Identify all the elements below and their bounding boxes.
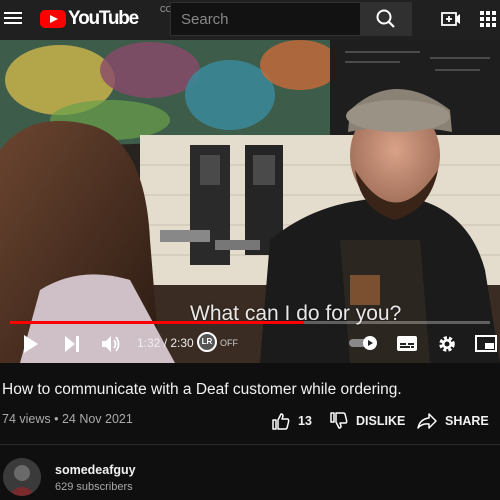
next-icon <box>65 336 79 352</box>
like-count: 13 <box>298 414 312 428</box>
subtitles-button[interactable] <box>396 335 418 357</box>
player-controls: 1:32 / 2:30 LR OFF <box>0 324 500 363</box>
autoplay-toggle-icon <box>349 336 377 350</box>
channel-name[interactable]: somedeafguy <box>55 463 136 477</box>
menu-icon[interactable] <box>4 9 22 27</box>
create-video-button[interactable] <box>441 10 461 28</box>
search-input[interactable] <box>171 3 360 35</box>
search-button[interactable] <box>360 2 412 36</box>
language-reactor-toggle[interactable]: LR <box>197 332 217 352</box>
apps-button[interactable] <box>478 9 498 29</box>
time-display: 1:32 / 2:30 <box>137 336 194 350</box>
channel-avatar[interactable] <box>3 458 41 496</box>
share-label: SHARE <box>445 414 489 428</box>
subscriber-count: 629 subscribers <box>55 481 133 493</box>
thumbs-up-icon <box>272 413 290 430</box>
logo-text: YouTube <box>68 8 139 29</box>
settings-gear-icon <box>439 336 455 352</box>
apps-grid-icon <box>480 11 496 27</box>
youtube-logo-icon <box>40 10 66 28</box>
share-icon <box>417 413 437 429</box>
next-button[interactable] <box>64 335 80 358</box>
search-box <box>170 2 360 36</box>
share-button[interactable]: SHARE <box>417 410 489 432</box>
video-title: How to communicate with a Deaf customer … <box>2 381 402 398</box>
dislike-button[interactable]: DISLIKE <box>330 410 405 432</box>
volume-button[interactable] <box>101 335 121 358</box>
dislike-label: DISLIKE <box>356 414 406 428</box>
subtitles-icon <box>397 336 417 351</box>
youtube-logo[interactable]: YouTube CO <box>40 5 172 30</box>
avatar-image <box>3 458 41 496</box>
video-player[interactable]: What can I do for you? 1:32 / 2:30 LR OF… <box>0 40 500 363</box>
play-icon <box>24 335 38 353</box>
miniplayer-button[interactable] <box>475 335 497 357</box>
language-reactor-state: OFF <box>220 338 238 348</box>
thumbs-down-icon <box>330 412 348 429</box>
divider <box>0 444 500 445</box>
play-button[interactable] <box>22 334 40 359</box>
autoplay-toggle[interactable] <box>348 335 380 356</box>
create-video-icon <box>441 12 460 26</box>
video-stats: 74 views • 24 Nov 2021 <box>2 412 133 426</box>
search-icon <box>376 9 395 28</box>
like-button[interactable]: 13 <box>272 410 312 432</box>
settings-button[interactable] <box>437 334 457 359</box>
miniplayer-icon <box>475 335 497 352</box>
top-bar: YouTube CO <box>0 0 500 40</box>
volume-icon <box>102 336 120 352</box>
